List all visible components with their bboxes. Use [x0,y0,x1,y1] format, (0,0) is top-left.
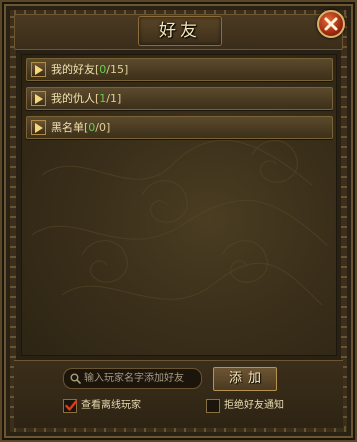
group-label: 我的好友[0/15] [51,63,129,76]
expand-arrow-icon[interactable] [31,91,46,106]
close-button[interactable] [317,10,345,38]
checkmark-icon [65,400,77,411]
close-icon [324,17,338,31]
group-label: 我的仇人[1/1] [51,92,122,105]
group-my-friends[interactable]: 我的好友[0/15] [26,58,333,81]
group-label: 黑名单[0/0] [51,121,111,134]
show-offline-label: 查看离线玩家 [81,400,141,411]
expand-arrow-icon[interactable] [31,120,46,135]
search-input[interactable] [84,370,200,387]
group-my-enemies[interactable]: 我的仇人[1/1] [26,87,333,110]
window-title: 好友 [159,21,201,41]
reject-notice-label: 拒绝好友通知 [224,400,284,411]
group-blacklist[interactable]: 黑名单[0/0] [26,116,333,139]
show-offline-checkbox[interactable] [63,399,77,413]
show-offline-option[interactable]: 查看离线玩家 [63,399,183,415]
search-field[interactable] [63,368,202,389]
reject-notice-option[interactable]: 拒绝好友通知 [206,399,326,415]
reject-notice-checkbox[interactable] [206,399,220,413]
add-friend-button[interactable]: 添加 [213,367,277,391]
search-icon [70,373,81,384]
expand-arrow-icon[interactable] [31,62,46,77]
